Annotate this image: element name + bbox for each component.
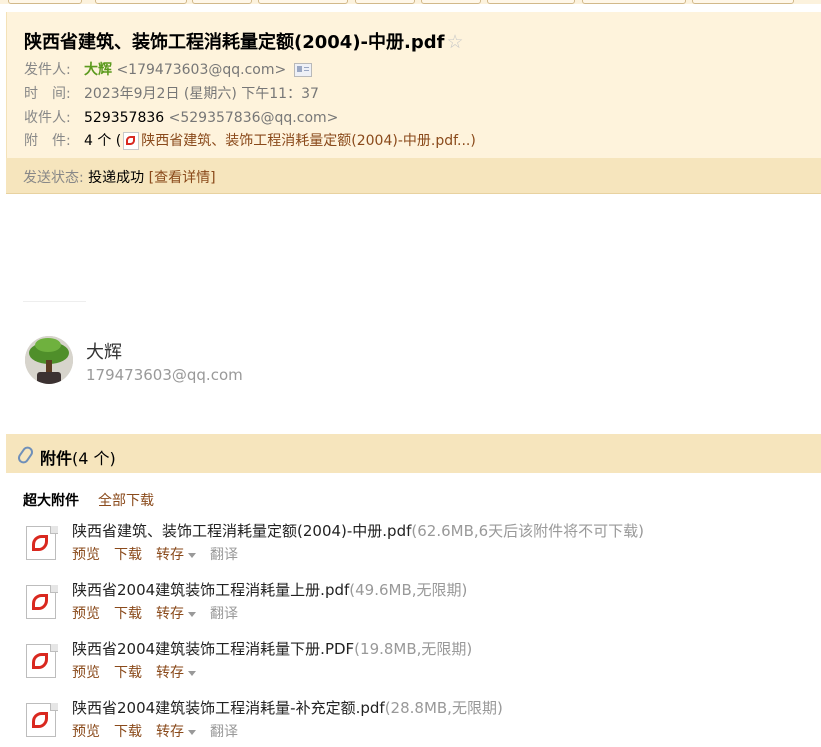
attach-close: ) [470,133,476,149]
download-all-link[interactable]: 全部下载 [98,490,154,510]
attach-row: 附 件: 4 个 ( 陕西省建筑、装饰工程消耗量定额(2004)-中册.pdf...… [24,130,476,150]
attachments-count: (4 个) [72,449,116,468]
attachments-header: 附件(4 个) [6,434,821,473]
attach-label: 附 件: [24,133,71,149]
save-link[interactable]: 转存 [156,662,196,682]
translate-link[interactable]: 翻译 [210,721,238,741]
paperclip-icon [15,444,36,466]
mail-header: 陕西省建筑、装饰工程消耗量定额(2004)-中册.pdf ☆ 发件人: 大辉 <17… [6,12,821,158]
toolbar [0,0,821,4]
status-detail-link[interactable]: [查看详情] [149,170,216,186]
file-meta: (28.8MB,无限期) [384,699,503,717]
preview-link[interactable]: 预览 [72,603,100,623]
send-status-bar: 发送状态: 投递成功 [查看详情] [6,158,821,194]
attachments-title: 附件 [40,449,73,468]
toolbar-button[interactable] [582,0,686,4]
subject-text: 陕西省建筑、装饰工程消耗量定额(2004)-中册.pdf [24,32,445,53]
attach-first-link[interactable]: 陕西省建筑、装饰工程消耗量定额(2004)-中册.pdf... [141,133,470,149]
to-email[interactable]: <529357836@qq.com> [169,110,339,126]
to-name[interactable]: 529357836 [84,110,164,126]
from-email[interactable]: <179473603@qq.com> [116,62,286,78]
mail-subject: 陕西省建筑、装饰工程消耗量定额(2004)-中册.pdf ☆ [24,28,464,54]
from-name[interactable]: 大辉 [84,62,112,78]
toolbar-button[interactable] [692,0,794,4]
card-sender-email: 179473603@qq.com [86,366,243,384]
file-meta: (19.8MB,无限期) [354,640,473,658]
toolbar-button[interactable] [192,0,252,4]
download-link[interactable]: 下载 [114,603,142,623]
attachment-item: 陕西省2004建筑装饰工程消耗量下册.PDF(19.8MB,无限期) 预览 下载转… [24,638,814,688]
attachment-item: 陕西省2004建筑装饰工程消耗量上册.pdf(49.6MB,无限期) 预览 下载转… [24,579,814,629]
attachment-item: 陕西省建筑、装饰工程消耗量定额(2004)-中册.pdf(62.6MB,6天后该… [24,520,814,570]
save-label: 转存 [156,665,184,681]
preview-link[interactable]: 预览 [72,544,100,564]
chevron-down-icon [188,552,196,558]
toolbar-button[interactable] [355,0,415,4]
preview-link[interactable]: 预览 [72,721,100,741]
toolbar-button[interactable] [258,0,348,4]
save-link[interactable]: 转存 [156,544,196,564]
to-label: 收件人: [24,110,71,126]
from-row: 发件人: 大辉 <179473603@qq.com> [24,59,313,79]
attach-count: 4 个 ( [84,133,122,149]
to-row: 收件人: 529357836 <529357836@qq.com> [24,107,338,127]
file-name[interactable]: 陕西省2004建筑装饰工程消耗量下册.PDF [72,640,354,658]
toolbar-button[interactable] [487,0,575,4]
save-link[interactable]: 转存 [156,721,196,741]
time-label: 时 间: [24,86,71,102]
avatar[interactable] [25,336,73,384]
chevron-down-icon [188,729,196,735]
file-name[interactable]: 陕西省2004建筑装饰工程消耗量-补充定额.pdf [72,699,385,717]
card-sender-name: 大辉 [86,342,122,363]
large-attachment-label: 超大附件 [23,493,79,509]
download-link[interactable]: 下载 [114,544,142,564]
file-name[interactable]: 陕西省建筑、装饰工程消耗量定额(2004)-中册.pdf [72,522,411,540]
star-icon[interactable]: ☆ [446,31,463,53]
pdf-file-icon [24,644,58,678]
pdf-file-icon [24,703,58,737]
contact-card-icon[interactable] [294,63,313,77]
pdf-icon [123,132,140,150]
file-name[interactable]: 陕西省2004建筑装饰工程消耗量上册.pdf [72,581,349,599]
status-value: 投递成功 [88,170,145,186]
from-label: 发件人: [24,62,71,78]
status-label: 发送状态: [23,170,84,186]
file-meta: (62.6MB,6天后该附件将不可下载) [411,522,645,540]
file-meta: (49.6MB,无限期) [349,581,468,599]
time-row: 时 间: 2023年9月2日 (星期六) 下午11：37 [24,83,319,103]
pdf-file-icon [24,585,58,619]
chevron-down-icon [188,611,196,617]
toolbar-button[interactable] [8,0,82,4]
download-link[interactable]: 下载 [114,662,142,682]
download-link[interactable]: 下载 [114,721,142,741]
translate-link[interactable]: 翻译 [210,603,238,623]
save-label: 转存 [156,724,184,740]
time-value: 2023年9月2日 (星期六) 下午11：37 [84,86,319,102]
pdf-file-icon [24,526,58,560]
attachment-item: 陕西省2004建筑装饰工程消耗量-补充定额.pdf(28.8MB,无限期) 预览… [24,697,814,747]
toolbar-button[interactable] [95,0,187,4]
divider [23,301,86,302]
save-link[interactable]: 转存 [156,603,196,623]
toolbar-button[interactable] [421,0,481,4]
save-label: 转存 [156,547,184,563]
preview-link[interactable]: 预览 [72,662,100,682]
translate-link[interactable]: 翻译 [210,544,238,564]
chevron-down-icon [188,670,196,676]
save-label: 转存 [156,606,184,622]
